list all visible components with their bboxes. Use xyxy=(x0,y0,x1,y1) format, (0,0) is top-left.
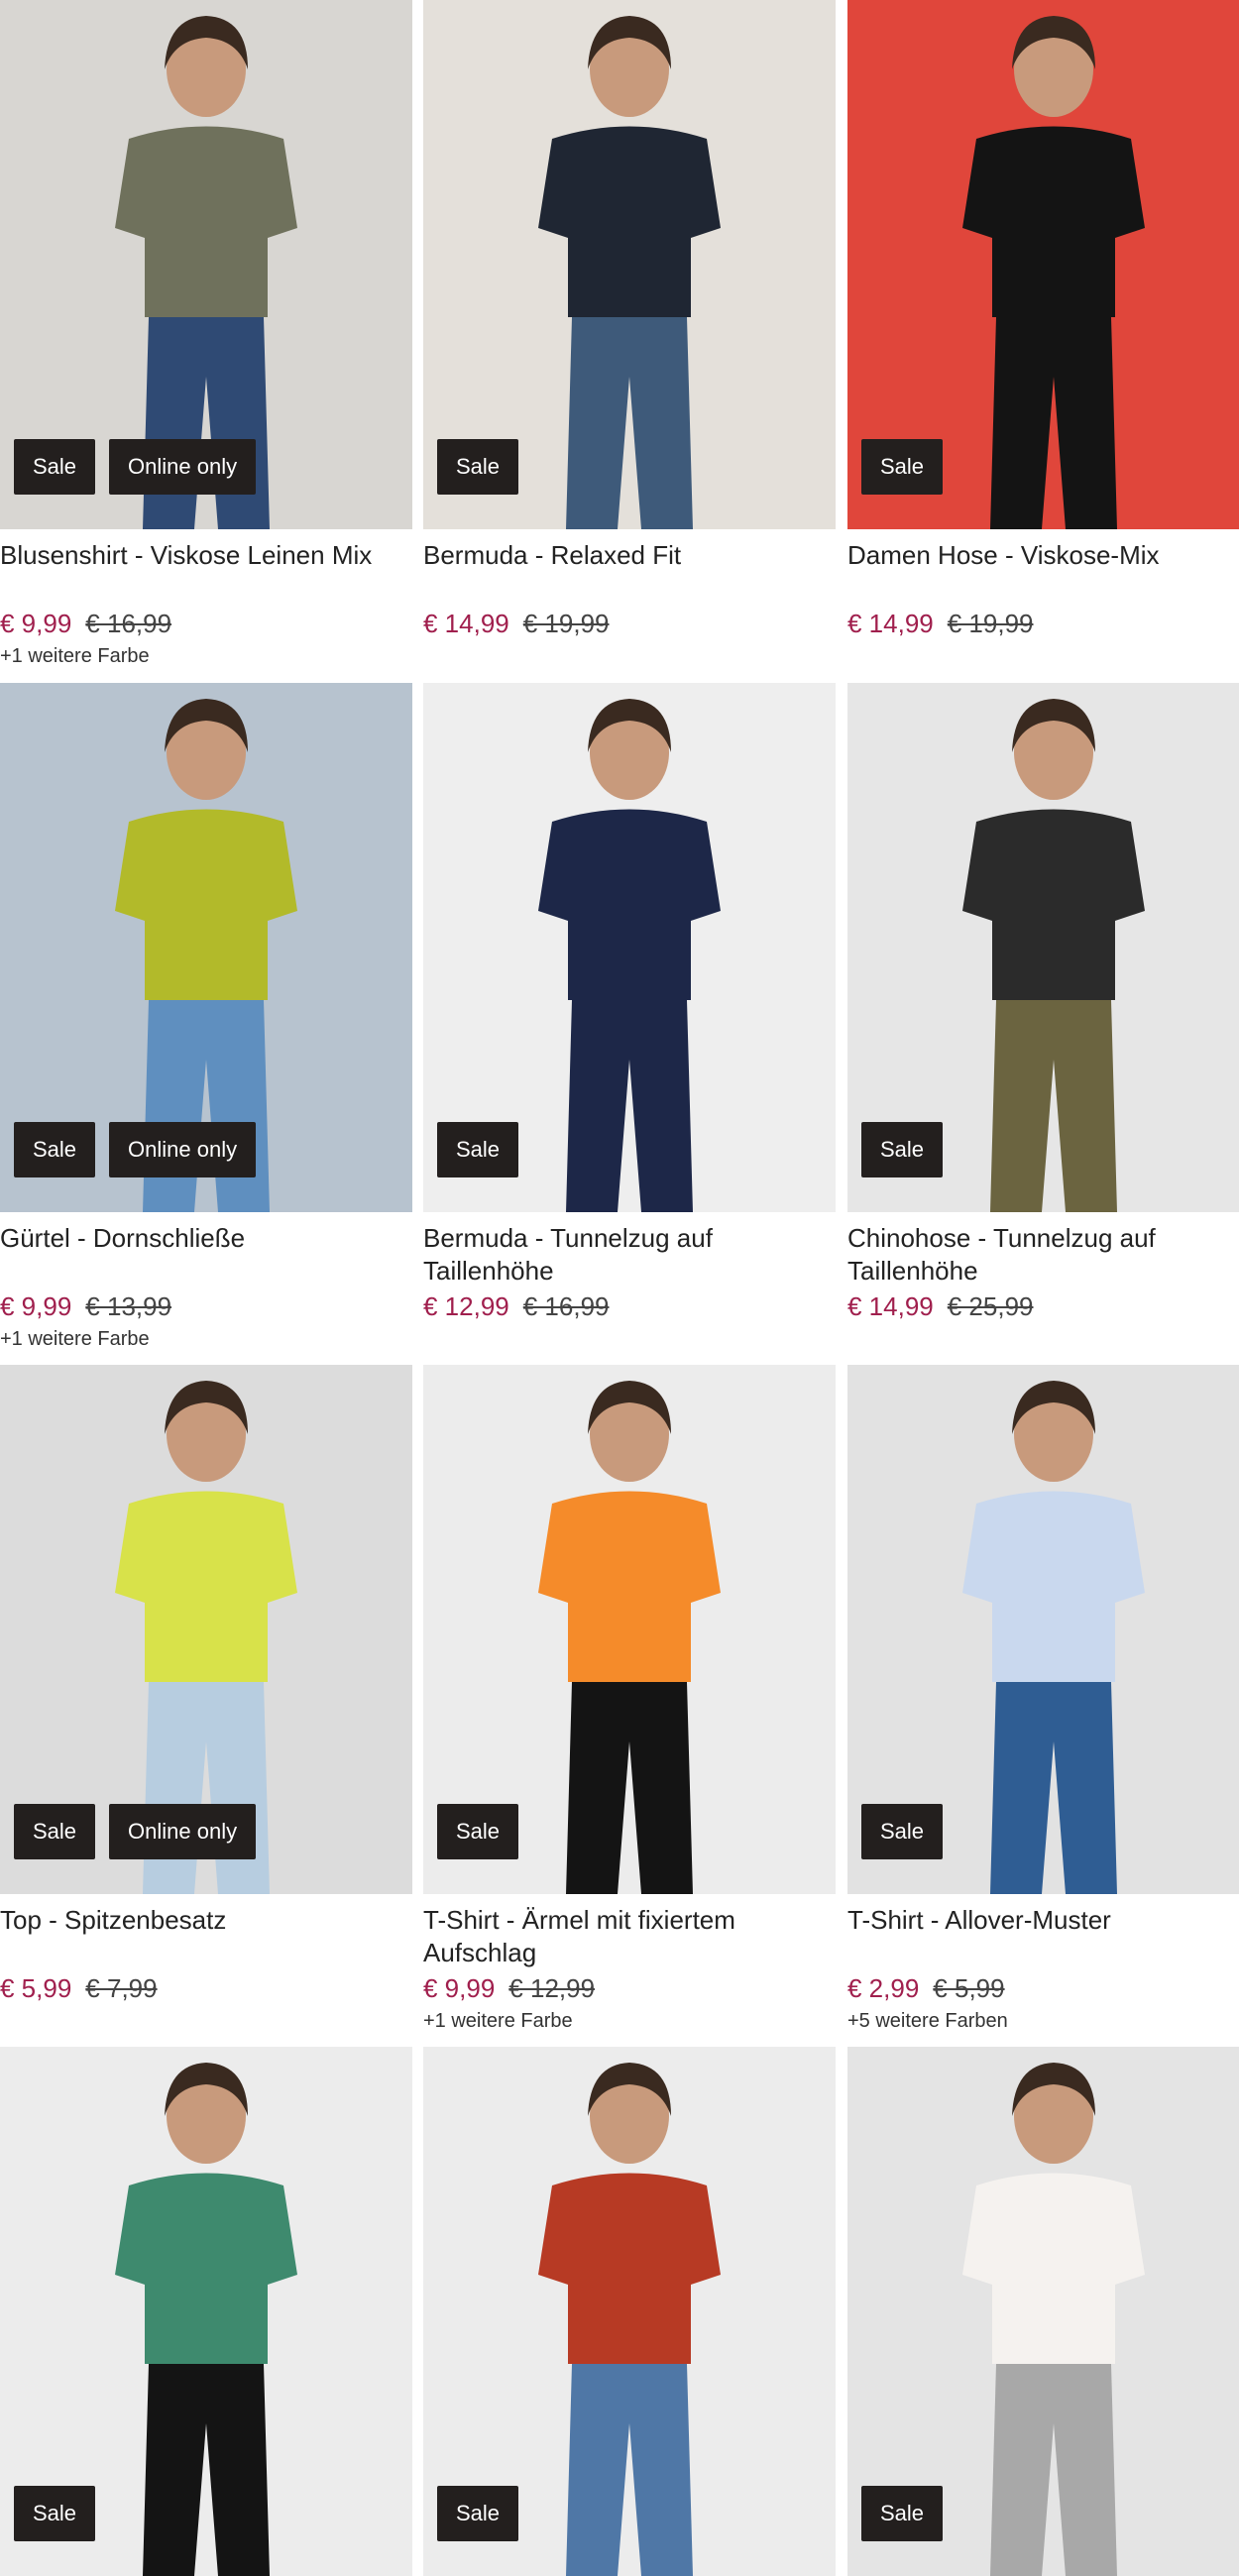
sale-badge: Sale xyxy=(437,1804,519,1859)
sale-badge: Sale xyxy=(437,1122,519,1177)
badge-group: Sale xyxy=(437,1804,519,1859)
product-image[interactable]: Sale xyxy=(423,683,836,1212)
sale-badge: Sale xyxy=(14,2486,96,2541)
product-card[interactable]: Sale xyxy=(0,2047,412,2576)
product-card[interactable]: Sale xyxy=(847,2047,1239,2576)
sale-price: € 14,99 xyxy=(423,609,509,638)
product-card[interactable]: Sale T-Shirt - Allover-Muster € 2,99 € 5,99… xyxy=(847,1365,1239,2034)
product-image[interactable]: Sale Online only xyxy=(0,0,412,529)
badge-group: Sale xyxy=(861,1122,944,1177)
product-card[interactable]: Sale Online only Blusenshirt - Viskose Lei… xyxy=(0,0,412,669)
product-title[interactable]: Damen Hose - Viskose-Mix xyxy=(847,539,1239,605)
sale-badge: Sale xyxy=(14,1122,96,1177)
badge-group: Sale xyxy=(861,2486,944,2541)
product-title[interactable]: Bermuda - Tunnelzug auf Taillenhöhe xyxy=(423,1222,836,1288)
more-colors-link xyxy=(847,1328,1239,1352)
sale-badge: Sale xyxy=(437,439,519,495)
sale-price: € 2,99 xyxy=(847,1973,920,2003)
product-card[interactable]: Sale T-Shirt - Ärmel mit fixiertem Aufsch… xyxy=(423,1365,836,2034)
price-row: € 5,99 € 7,99 xyxy=(0,1973,412,2004)
sale-badge: Sale xyxy=(861,439,944,495)
original-price: € 12,99 xyxy=(508,1973,596,2003)
product-title[interactable]: Chinohose - Tunnelzug auf Taillenhöhe xyxy=(847,1222,1239,1288)
badge-group: Sale xyxy=(437,1122,519,1177)
original-price: € 5,99 xyxy=(933,1973,1005,2003)
product-card[interactable]: Sale Bermuda - Tunnelzug auf Taillenhöhe €… xyxy=(423,683,836,1352)
original-price: € 16,99 xyxy=(85,609,172,638)
product-image[interactable]: Sale xyxy=(847,1365,1239,1894)
sale-price: € 14,99 xyxy=(847,609,934,638)
product-card[interactable]: Sale Online only Gürtel - Dornschließe € 9,… xyxy=(0,683,412,1352)
online-only-badge: Online only xyxy=(109,1122,257,1177)
sale-price: € 5,99 xyxy=(0,1973,72,2003)
product-card[interactable]: Sale Online only Top - Spitzenbesatz € 5,99… xyxy=(0,1365,412,2034)
product-grid: Sale Online only Blusenshirt - Viskose Lei… xyxy=(0,0,1239,2576)
more-colors-link[interactable]: +1 weitere Farbe xyxy=(0,1328,412,1352)
sale-price: € 9,99 xyxy=(0,1291,72,1321)
sale-badge: Sale xyxy=(437,2486,519,2541)
original-price: € 7,99 xyxy=(85,1973,158,2003)
badge-group: Sale Online only xyxy=(14,1122,257,1177)
product-image[interactable]: Sale xyxy=(423,1365,836,1894)
price-row: € 9,99 € 12,99 xyxy=(423,1973,836,2004)
price-row: € 14,99 € 19,99 xyxy=(847,609,1239,639)
product-card[interactable]: Sale Bermuda - Relaxed Fit € 14,99 € 19,99 xyxy=(423,0,836,669)
original-price: € 19,99 xyxy=(522,609,610,638)
product-image[interactable]: Sale xyxy=(847,0,1239,529)
product-title[interactable]: Gürtel - Dornschließe xyxy=(0,1222,412,1288)
product-card[interactable]: Sale Chinohose - Tunnelzug auf Taillenhöh… xyxy=(847,683,1239,1352)
original-price: € 13,99 xyxy=(85,1291,172,1321)
price-row: € 9,99 € 13,99 xyxy=(0,1291,412,1322)
product-image[interactable]: Sale xyxy=(423,2047,836,2576)
online-only-badge: Online only xyxy=(109,439,257,495)
online-only-badge: Online only xyxy=(109,1804,257,1859)
original-price: € 16,99 xyxy=(522,1291,610,1321)
product-title[interactable]: T-Shirt - Ärmel mit fixiertem Aufschlag xyxy=(423,1904,836,1969)
sale-badge: Sale xyxy=(861,1122,944,1177)
sale-badge: Sale xyxy=(861,1804,944,1859)
sale-price: € 14,99 xyxy=(847,1291,934,1321)
more-colors-link[interactable]: +1 weitere Farbe xyxy=(0,645,412,669)
product-image[interactable]: Sale xyxy=(847,683,1239,1212)
more-colors-link[interactable]: +5 weitere Farben xyxy=(847,2010,1239,2034)
original-price: € 19,99 xyxy=(947,609,1034,638)
more-colors-link[interactable]: +1 weitere Farbe xyxy=(423,2010,836,2034)
more-colors-link xyxy=(0,2010,412,2034)
badge-group: Sale Online only xyxy=(14,439,257,495)
sale-price: € 9,99 xyxy=(423,1973,496,2003)
sale-badge: Sale xyxy=(861,2486,944,2541)
product-image[interactable]: Sale Online only xyxy=(0,683,412,1212)
price-row: € 14,99 € 25,99 xyxy=(847,1291,1239,1322)
badge-group: Sale xyxy=(861,1804,944,1859)
badge-group: Sale xyxy=(861,439,944,495)
sale-badge: Sale xyxy=(14,439,96,495)
price-row: € 9,99 € 16,99 xyxy=(0,609,412,639)
badge-group: Sale xyxy=(437,2486,519,2541)
product-image[interactable]: Sale xyxy=(0,2047,412,2576)
price-row: € 12,99 € 16,99 xyxy=(423,1291,836,1322)
product-image[interactable]: Sale xyxy=(423,0,836,529)
product-image[interactable]: Sale xyxy=(847,2047,1239,2576)
price-row: € 14,99 € 19,99 xyxy=(423,609,836,639)
product-title[interactable]: Top - Spitzenbesatz xyxy=(0,1904,412,1969)
price-row: € 2,99 € 5,99 xyxy=(847,1973,1239,2004)
product-title[interactable]: T-Shirt - Allover-Muster xyxy=(847,1904,1239,1969)
badge-group: Sale Online only xyxy=(14,1804,257,1859)
sale-badge: Sale xyxy=(14,1804,96,1859)
more-colors-link xyxy=(423,645,836,669)
more-colors-link xyxy=(423,1328,836,1352)
sale-price: € 12,99 xyxy=(423,1291,509,1321)
product-card[interactable]: Sale Damen Hose - Viskose-Mix € 14,99 € 19,… xyxy=(847,0,1239,669)
product-card[interactable]: Sale xyxy=(423,2047,836,2576)
badge-group: Sale xyxy=(14,2486,96,2541)
original-price: € 25,99 xyxy=(947,1291,1034,1321)
product-image[interactable]: Sale Online only xyxy=(0,1365,412,1894)
product-title[interactable]: Blusenshirt - Viskose Leinen Mix xyxy=(0,539,412,605)
product-title[interactable]: Bermuda - Relaxed Fit xyxy=(423,539,836,605)
badge-group: Sale xyxy=(437,439,519,495)
sale-price: € 9,99 xyxy=(0,609,72,638)
more-colors-link xyxy=(847,645,1239,669)
